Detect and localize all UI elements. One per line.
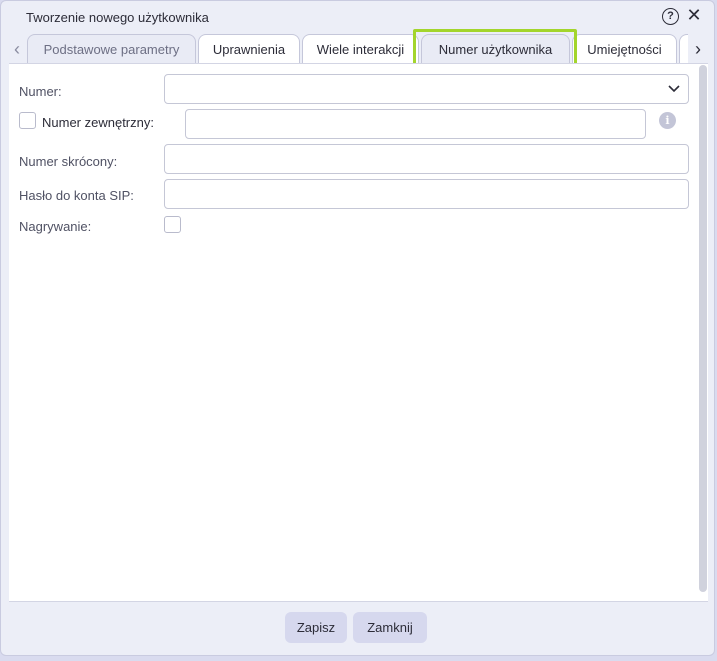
- dialog-footer: Zapisz Zamknij: [1, 601, 714, 655]
- chevron-down-icon: [668, 85, 680, 93]
- close-icon[interactable]: ✕: [685, 6, 703, 24]
- recording-checkbox[interactable]: [164, 216, 181, 233]
- tab-partial[interactable]: [679, 34, 688, 63]
- external-number-checkbox[interactable]: [19, 112, 36, 129]
- dialog-title: Tworzenie nowego użytkownika: [26, 10, 209, 25]
- numer-label: Numer:: [19, 84, 62, 99]
- external-number-label: Numer zewnętrzny:: [42, 115, 154, 130]
- info-icon[interactable]: i: [659, 112, 676, 129]
- short-number-label: Numer skrócony:: [19, 154, 118, 169]
- tabs-scroll-left-icon[interactable]: ‹: [10, 37, 24, 63]
- tab-user-number[interactable]: Numer użytkownika: [421, 34, 570, 63]
- close-button[interactable]: Zamknij: [353, 612, 427, 643]
- recording-label: Nagrywanie:: [19, 219, 92, 234]
- vertical-scrollbar[interactable]: [699, 65, 707, 592]
- create-user-dialog: Tworzenie nowego użytkownika ? ✕ ‹ › Pod…: [0, 0, 715, 656]
- help-icon[interactable]: ?: [662, 8, 679, 25]
- tab-permissions[interactable]: Uprawnienia: [198, 34, 300, 63]
- tabs-scroll-right-icon[interactable]: ›: [691, 37, 705, 63]
- tab-skills[interactable]: Umiejętności: [572, 34, 677, 63]
- tab-basic-parameters[interactable]: Podstawowe parametry: [27, 34, 196, 63]
- sip-password-label: Hasło do konta SIP:: [19, 188, 134, 203]
- tab-bar: Podstawowe parametry Uprawnienia Wiele i…: [25, 33, 688, 65]
- title-bar: Tworzenie nowego użytkownika ? ✕: [1, 1, 714, 33]
- numer-select[interactable]: [164, 74, 689, 104]
- sip-password-input[interactable]: [164, 179, 689, 209]
- tab-content-panel: Numer: Numer zewnętrzny: i Numer skrócon…: [9, 63, 708, 602]
- tab-multiple-interactions[interactable]: Wiele interakcji: [302, 34, 419, 63]
- short-number-input[interactable]: [164, 144, 689, 174]
- save-button[interactable]: Zapisz: [285, 612, 347, 643]
- external-number-input[interactable]: [185, 109, 646, 139]
